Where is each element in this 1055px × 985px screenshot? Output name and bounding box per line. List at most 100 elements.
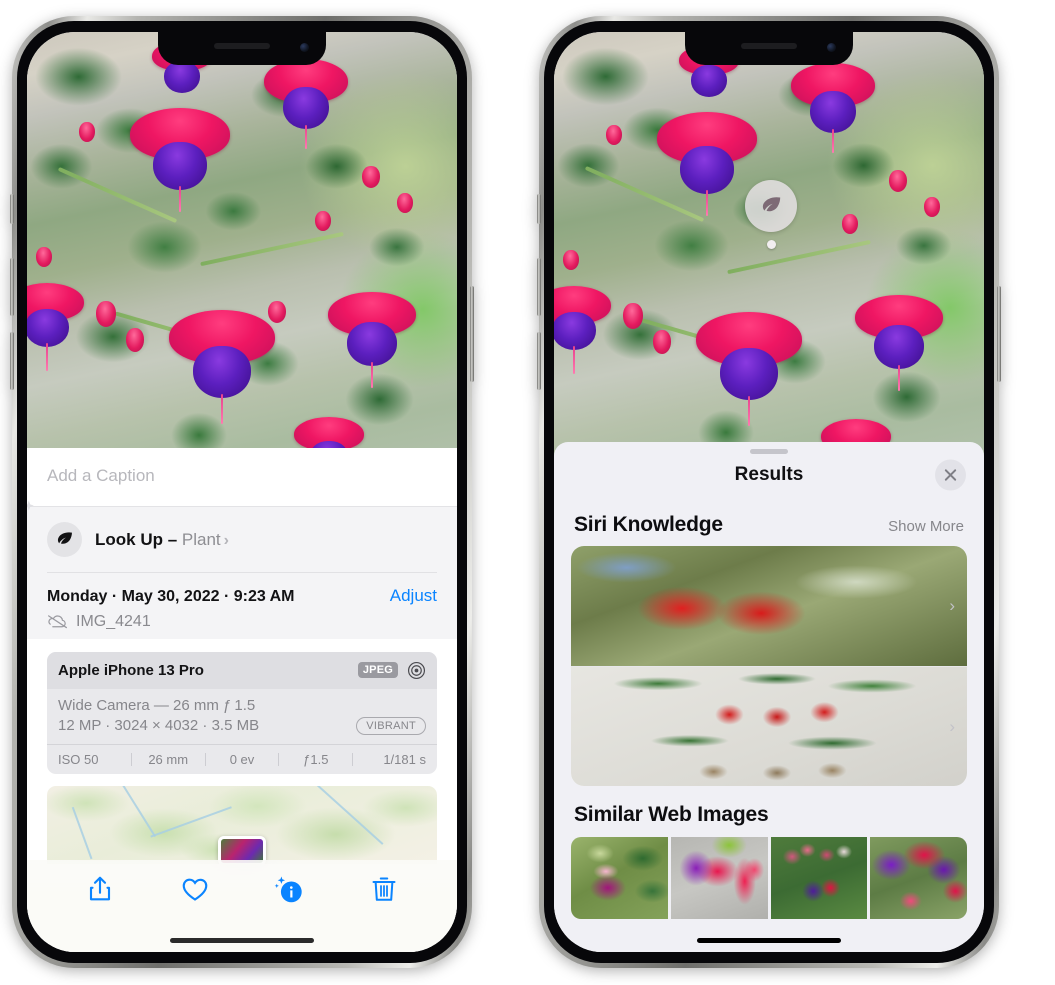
list-item[interactable]: Fuchsia Fuchsia is a genus of flowering … bbox=[571, 546, 967, 666]
results-header: Results bbox=[554, 454, 984, 496]
flower bbox=[790, 63, 875, 154]
result-thumbnail bbox=[571, 666, 967, 787]
power-button[interactable] bbox=[470, 286, 474, 382]
notch bbox=[685, 32, 853, 65]
adjust-button[interactable]: Adjust bbox=[390, 586, 437, 606]
heart-icon[interactable] bbox=[180, 874, 210, 904]
photo-filename: IMG_4241 bbox=[76, 612, 151, 630]
siri-knowledge-title: Siri Knowledge bbox=[574, 513, 723, 536]
chevron-right-icon: › bbox=[223, 531, 229, 549]
camera-device: Apple iPhone 13 Pro bbox=[58, 661, 204, 679]
camera-spec-row: 12 MP · 3024 × 4032 · 3.5 MB VIBRANT bbox=[58, 716, 426, 735]
similar-web-images-header: Similar Web Images bbox=[554, 786, 984, 833]
flower-bud bbox=[78, 121, 95, 142]
camera-lens: Wide Camera — 26 mm ƒ 1.5 bbox=[58, 696, 256, 714]
exif-focal: 26 mm bbox=[148, 751, 189, 767]
show-more-button[interactable]: Show More bbox=[888, 518, 964, 535]
volume-up-button[interactable] bbox=[537, 258, 541, 316]
camera-header: Apple iPhone 13 Pro JPEG bbox=[47, 651, 437, 689]
visual-look-up-badge[interactable] bbox=[745, 180, 797, 232]
flower bbox=[554, 285, 611, 374]
photo-datetime: Monday · May 30, 2022 · 9:23 AM bbox=[47, 587, 295, 605]
earpiece-speaker bbox=[741, 43, 797, 49]
share-icon[interactable] bbox=[85, 874, 115, 904]
look-up-label: Look Up – Plant › bbox=[95, 530, 229, 550]
photo-viewer[interactable] bbox=[554, 32, 984, 477]
icloud-slash-icon bbox=[48, 615, 67, 629]
web-image-thumbnail[interactable] bbox=[571, 837, 668, 920]
list-item[interactable]: Hardy fuchsia Fuchsia magellanica, commo… bbox=[571, 665, 967, 787]
camera-exif-row: ISO 50 26 mm 0 ev ƒ1.5 1/181 s bbox=[47, 743, 437, 774]
flower-bud bbox=[267, 300, 286, 323]
similar-web-images-strip[interactable] bbox=[554, 837, 984, 920]
chevron-right-icon: › bbox=[949, 716, 955, 736]
leaf-icon bbox=[762, 197, 781, 212]
web-image-thumbnail[interactable] bbox=[870, 837, 967, 920]
exif-aperture: ƒ1.5 bbox=[303, 751, 329, 767]
aperture-icon bbox=[407, 661, 426, 679]
notch bbox=[158, 32, 326, 65]
close-button[interactable] bbox=[935, 459, 966, 491]
phone-bezel: Results Siri Knowledge Show More › › Sim… bbox=[544, 21, 994, 963]
camera-specs: 12 MP · 3024 × 4032 · 3.5 MB bbox=[58, 717, 260, 734]
power-button[interactable] bbox=[997, 286, 1001, 382]
exif-ev: 0 ev bbox=[229, 751, 255, 767]
front-camera bbox=[827, 43, 836, 52]
flower-bud bbox=[923, 196, 940, 217]
leaf-icon bbox=[57, 532, 72, 544]
home-indicator[interactable] bbox=[170, 938, 314, 943]
divider bbox=[47, 572, 437, 573]
flower bbox=[27, 282, 84, 371]
flower bbox=[657, 112, 758, 217]
flower-bud bbox=[125, 327, 144, 352]
siri-knowledge-card: Fuchsia Fuchsia is a genus of flowering … bbox=[571, 546, 967, 787]
photo-info-sheet: Add a Caption Look Up – Plant › Monday ·… bbox=[27, 448, 457, 952]
look-up-prefix: Look Up – bbox=[95, 529, 182, 549]
front-camera bbox=[300, 43, 309, 52]
close-icon bbox=[944, 469, 957, 481]
silent-switch[interactable] bbox=[10, 194, 14, 224]
filename-row: IMG_4241 bbox=[47, 613, 437, 631]
web-image-thumbnail[interactable] bbox=[670, 837, 768, 920]
photographic-style-badge: VIBRANT bbox=[356, 716, 426, 735]
flower-bud bbox=[605, 125, 622, 146]
camera-info-card[interactable]: Apple iPhone 13 Pro JPEG Wide Camera — 2… bbox=[47, 651, 437, 774]
earpiece-speaker bbox=[214, 43, 270, 49]
flower-bud bbox=[622, 303, 643, 330]
results-title: Results bbox=[734, 464, 804, 485]
flower-bud bbox=[35, 247, 52, 268]
flower bbox=[130, 108, 231, 213]
silent-switch[interactable] bbox=[537, 194, 541, 224]
siri-knowledge-header: Siri Knowledge Show More bbox=[554, 496, 984, 546]
camera-header-badges: JPEG bbox=[357, 661, 426, 680]
volume-down-button[interactable] bbox=[10, 332, 14, 390]
exif-iso: ISO 50 bbox=[58, 751, 99, 767]
web-image-thumbnail[interactable] bbox=[770, 837, 868, 920]
volume-down-button[interactable] bbox=[537, 332, 541, 390]
visual-look-up-anchor-dot bbox=[767, 240, 776, 249]
similar-web-images-title: Similar Web Images bbox=[574, 803, 769, 827]
caption-input[interactable]: Add a Caption bbox=[27, 448, 457, 507]
flower bbox=[263, 58, 348, 149]
phone-right: Results Siri Knowledge Show More › › Sim… bbox=[537, 16, 1001, 968]
info-sparkle-icon[interactable] bbox=[274, 874, 304, 904]
trash-icon[interactable] bbox=[369, 874, 399, 904]
photo-viewer[interactable] bbox=[27, 32, 457, 480]
result-thumbnail bbox=[571, 546, 967, 666]
location-map[interactable] bbox=[47, 785, 437, 864]
volume-up-button[interactable] bbox=[10, 258, 14, 316]
home-indicator[interactable] bbox=[697, 938, 841, 943]
chevron-right-icon: › bbox=[949, 595, 955, 615]
flower bbox=[855, 294, 943, 391]
photo-metadata: Monday · May 30, 2022 · 9:23 AM Adjust I… bbox=[27, 572, 457, 639]
look-up-row[interactable]: Look Up – Plant › bbox=[27, 500, 457, 572]
camera-body: Wide Camera — 26 mm ƒ 1.5 12 MP · 3024 ×… bbox=[47, 689, 437, 744]
screen-left: Add a Caption Look Up – Plant › Monday ·… bbox=[27, 32, 457, 952]
flower bbox=[328, 291, 416, 388]
flower-bud bbox=[95, 300, 116, 327]
format-badge: JPEG bbox=[357, 662, 398, 678]
flower-bud bbox=[562, 250, 579, 271]
exif-shutter: 1/181 s bbox=[383, 751, 426, 767]
sparkle-icon bbox=[27, 500, 34, 511]
phone-bezel: Add a Caption Look Up – Plant › Monday ·… bbox=[17, 21, 467, 963]
